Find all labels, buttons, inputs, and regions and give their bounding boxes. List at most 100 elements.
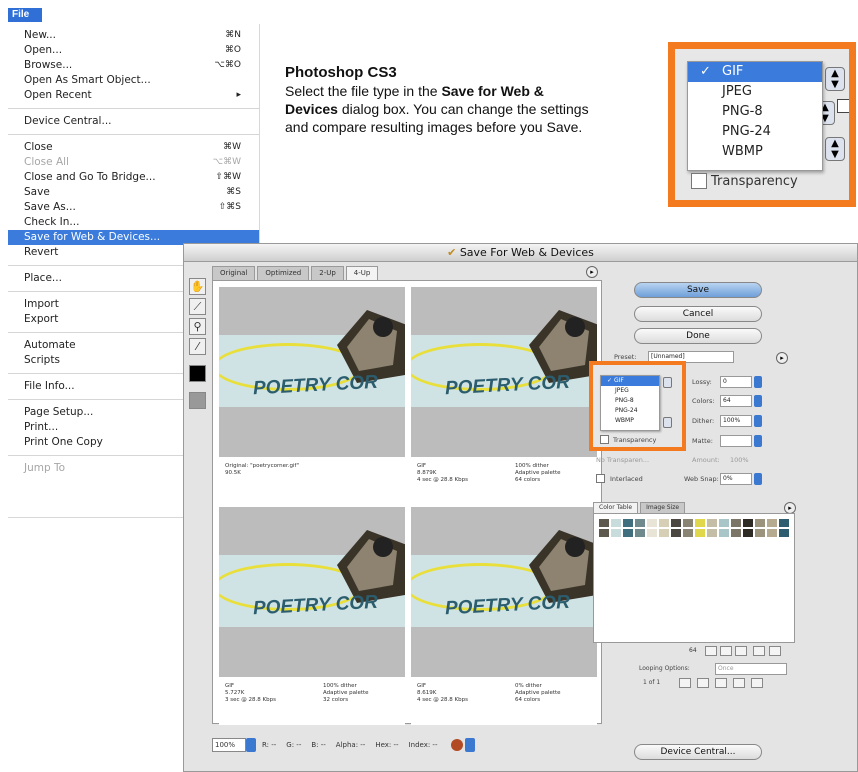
color-swatch[interactable] bbox=[634, 528, 646, 538]
tab-color-table[interactable]: Color Table bbox=[593, 502, 639, 513]
preview-pane-original[interactable]: POETRY COR Original: "poetrycorner.gif" … bbox=[219, 287, 405, 505]
menu-item-device-central[interactable]: Device Central... bbox=[8, 114, 259, 129]
color-swatch[interactable] bbox=[598, 518, 610, 528]
file-type-dropdown[interactable]: ✓ GIF JPEG PNG-8 PNG-24 WBMP bbox=[687, 61, 823, 171]
preview-pane-optimized-3[interactable]: POETRY COR GIF 8.619K 4 sec @ 28.8 Kbps 0… bbox=[411, 507, 597, 725]
tab-original[interactable]: Original bbox=[212, 266, 256, 280]
color-swatch[interactable] bbox=[646, 518, 658, 528]
hand-tool-icon[interactable]: ✋ bbox=[189, 278, 206, 295]
looping-select[interactable]: Once bbox=[715, 663, 787, 675]
slice-select-tool-icon[interactable]: ⟋ bbox=[189, 298, 206, 315]
option-wbmp[interactable]: WBMP bbox=[601, 416, 659, 426]
matte-swatch[interactable] bbox=[837, 99, 849, 113]
color-swatch[interactable] bbox=[610, 528, 622, 538]
file-menu-title[interactable]: File bbox=[8, 8, 42, 22]
dither-field[interactable]: 100% bbox=[720, 415, 752, 427]
color-swatch[interactable] bbox=[766, 528, 778, 538]
lossy-field[interactable]: 0 bbox=[720, 376, 752, 388]
web-shift-icon[interactable] bbox=[720, 646, 732, 656]
menu-item-open-recent[interactable]: Open Recent ▸ bbox=[8, 88, 259, 103]
play-icon[interactable] bbox=[715, 678, 727, 688]
option-png24[interactable]: PNG-24 bbox=[688, 122, 822, 142]
option-jpeg[interactable]: JPEG bbox=[601, 386, 659, 396]
map-colors-icon[interactable] bbox=[705, 646, 717, 656]
color-swatch[interactable] bbox=[778, 528, 790, 538]
interlaced-checkbox[interactable] bbox=[596, 474, 605, 483]
color-swatch[interactable] bbox=[658, 518, 670, 528]
websnap-field[interactable]: 0% bbox=[720, 473, 752, 485]
color-swatch[interactable] bbox=[682, 518, 694, 528]
stepper-arrows-icon[interactable]: ▲ ▼ bbox=[825, 67, 845, 91]
option-wbmp[interactable]: WBMP bbox=[688, 142, 822, 162]
color-swatch[interactable] bbox=[754, 528, 766, 538]
color-swatch[interactable] bbox=[670, 518, 682, 528]
dither-arrow-icon[interactable] bbox=[754, 415, 762, 427]
color-swatch[interactable] bbox=[706, 528, 718, 538]
menu-item-open[interactable]: Open... ⌘O bbox=[8, 43, 259, 58]
last-frame-icon[interactable] bbox=[751, 678, 763, 688]
eyedropper-color-swatch[interactable] bbox=[189, 365, 206, 382]
color-swatch[interactable] bbox=[694, 518, 706, 528]
color-swatch[interactable] bbox=[610, 518, 622, 528]
color-swatch[interactable] bbox=[634, 518, 646, 528]
tab-2up[interactable]: 2-Up bbox=[311, 266, 344, 280]
menu-item-save-as[interactable]: Save As... ⇧⌘S bbox=[8, 200, 259, 215]
save-button[interactable]: Save bbox=[634, 282, 762, 298]
menu-item-check-in[interactable]: Check In... bbox=[8, 215, 259, 230]
prev-frame-icon[interactable] bbox=[697, 678, 709, 688]
colors-arrow-icon[interactable] bbox=[754, 395, 762, 407]
menu-item-close[interactable]: Close ⌘W bbox=[8, 140, 259, 155]
toggle-slices-icon[interactable] bbox=[189, 392, 206, 409]
color-swatch[interactable] bbox=[682, 528, 694, 538]
tab-image-size[interactable]: Image Size bbox=[640, 502, 686, 513]
stepper-arrows-icon[interactable]: ▲ ▼ bbox=[825, 137, 845, 161]
new-color-icon[interactable] bbox=[753, 646, 765, 656]
transparency-checkbox[interactable] bbox=[600, 435, 609, 444]
websnap-arrow-icon[interactable] bbox=[754, 473, 762, 485]
format-dropdown[interactable]: ✓ GIF JPEG PNG-8 PNG-24 WBMP bbox=[600, 375, 660, 431]
matte-arrow-icon[interactable] bbox=[754, 435, 762, 447]
color-swatch[interactable] bbox=[766, 518, 778, 528]
preview-pane-optimized-1[interactable]: POETRY COR GIF 8.879K 4 sec @ 28.8 Kbps 1… bbox=[411, 287, 597, 505]
tab-optimized[interactable]: Optimized bbox=[257, 266, 310, 280]
option-gif[interactable]: ✓ GIF bbox=[688, 62, 822, 82]
color-swatch[interactable] bbox=[694, 528, 706, 538]
menu-item-open-smart-object[interactable]: Open As Smart Object... bbox=[8, 73, 259, 88]
menu-item-close-go-bridge[interactable]: Close and Go To Bridge... ⇧⌘W bbox=[8, 170, 259, 185]
preview-in-browser-icon[interactable] bbox=[451, 739, 464, 751]
color-swatch[interactable] bbox=[646, 528, 658, 538]
option-png8[interactable]: PNG-8 bbox=[688, 102, 822, 122]
optimize-menu-icon[interactable]: ▸ bbox=[776, 352, 788, 364]
next-frame-icon[interactable] bbox=[733, 678, 745, 688]
lossy-arrow-icon[interactable] bbox=[754, 376, 762, 388]
eyedropper-tool-icon[interactable]: ⁄ bbox=[189, 338, 206, 355]
stepper-arrows-icon[interactable] bbox=[663, 377, 672, 388]
color-swatch[interactable] bbox=[742, 518, 754, 528]
trash-icon[interactable] bbox=[769, 646, 781, 656]
device-central-button[interactable]: Device Central... bbox=[634, 744, 762, 760]
color-swatch[interactable] bbox=[718, 518, 730, 528]
color-swatch[interactable] bbox=[658, 528, 670, 538]
no-transparency-dither[interactable]: No Transparen... bbox=[596, 456, 649, 464]
browser-dropdown-arrow-icon[interactable] bbox=[465, 738, 476, 752]
transparency-checkbox[interactable] bbox=[691, 173, 707, 189]
stepper-arrows-icon[interactable] bbox=[663, 417, 672, 428]
option-gif[interactable]: ✓ GIF bbox=[601, 376, 659, 386]
tab-4up[interactable]: 4-Up bbox=[345, 266, 379, 280]
color-swatch[interactable] bbox=[778, 518, 790, 528]
color-swatch[interactable] bbox=[622, 528, 634, 538]
color-swatch[interactable] bbox=[622, 518, 634, 528]
color-swatch[interactable] bbox=[730, 528, 742, 538]
color-swatch[interactable] bbox=[742, 528, 754, 538]
menu-item-new[interactable]: New... ⌘N bbox=[8, 28, 259, 43]
color-swatch[interactable] bbox=[730, 518, 742, 528]
option-jpeg[interactable]: JPEG bbox=[688, 82, 822, 102]
color-swatch[interactable] bbox=[670, 528, 682, 538]
cancel-button[interactable]: Cancel bbox=[634, 306, 762, 322]
preview-pane-optimized-2[interactable]: POETRY COR GIF 5.727K 3 sec @ 28.8 Kbps 1… bbox=[219, 507, 405, 725]
option-png8[interactable]: PNG-8 bbox=[601, 396, 659, 406]
menu-item-browse[interactable]: Browse... ⌥⌘O bbox=[8, 58, 259, 73]
zoom-dropdown-arrow-icon[interactable] bbox=[246, 738, 256, 752]
lock-color-icon[interactable] bbox=[735, 646, 747, 656]
color-swatch[interactable] bbox=[706, 518, 718, 528]
